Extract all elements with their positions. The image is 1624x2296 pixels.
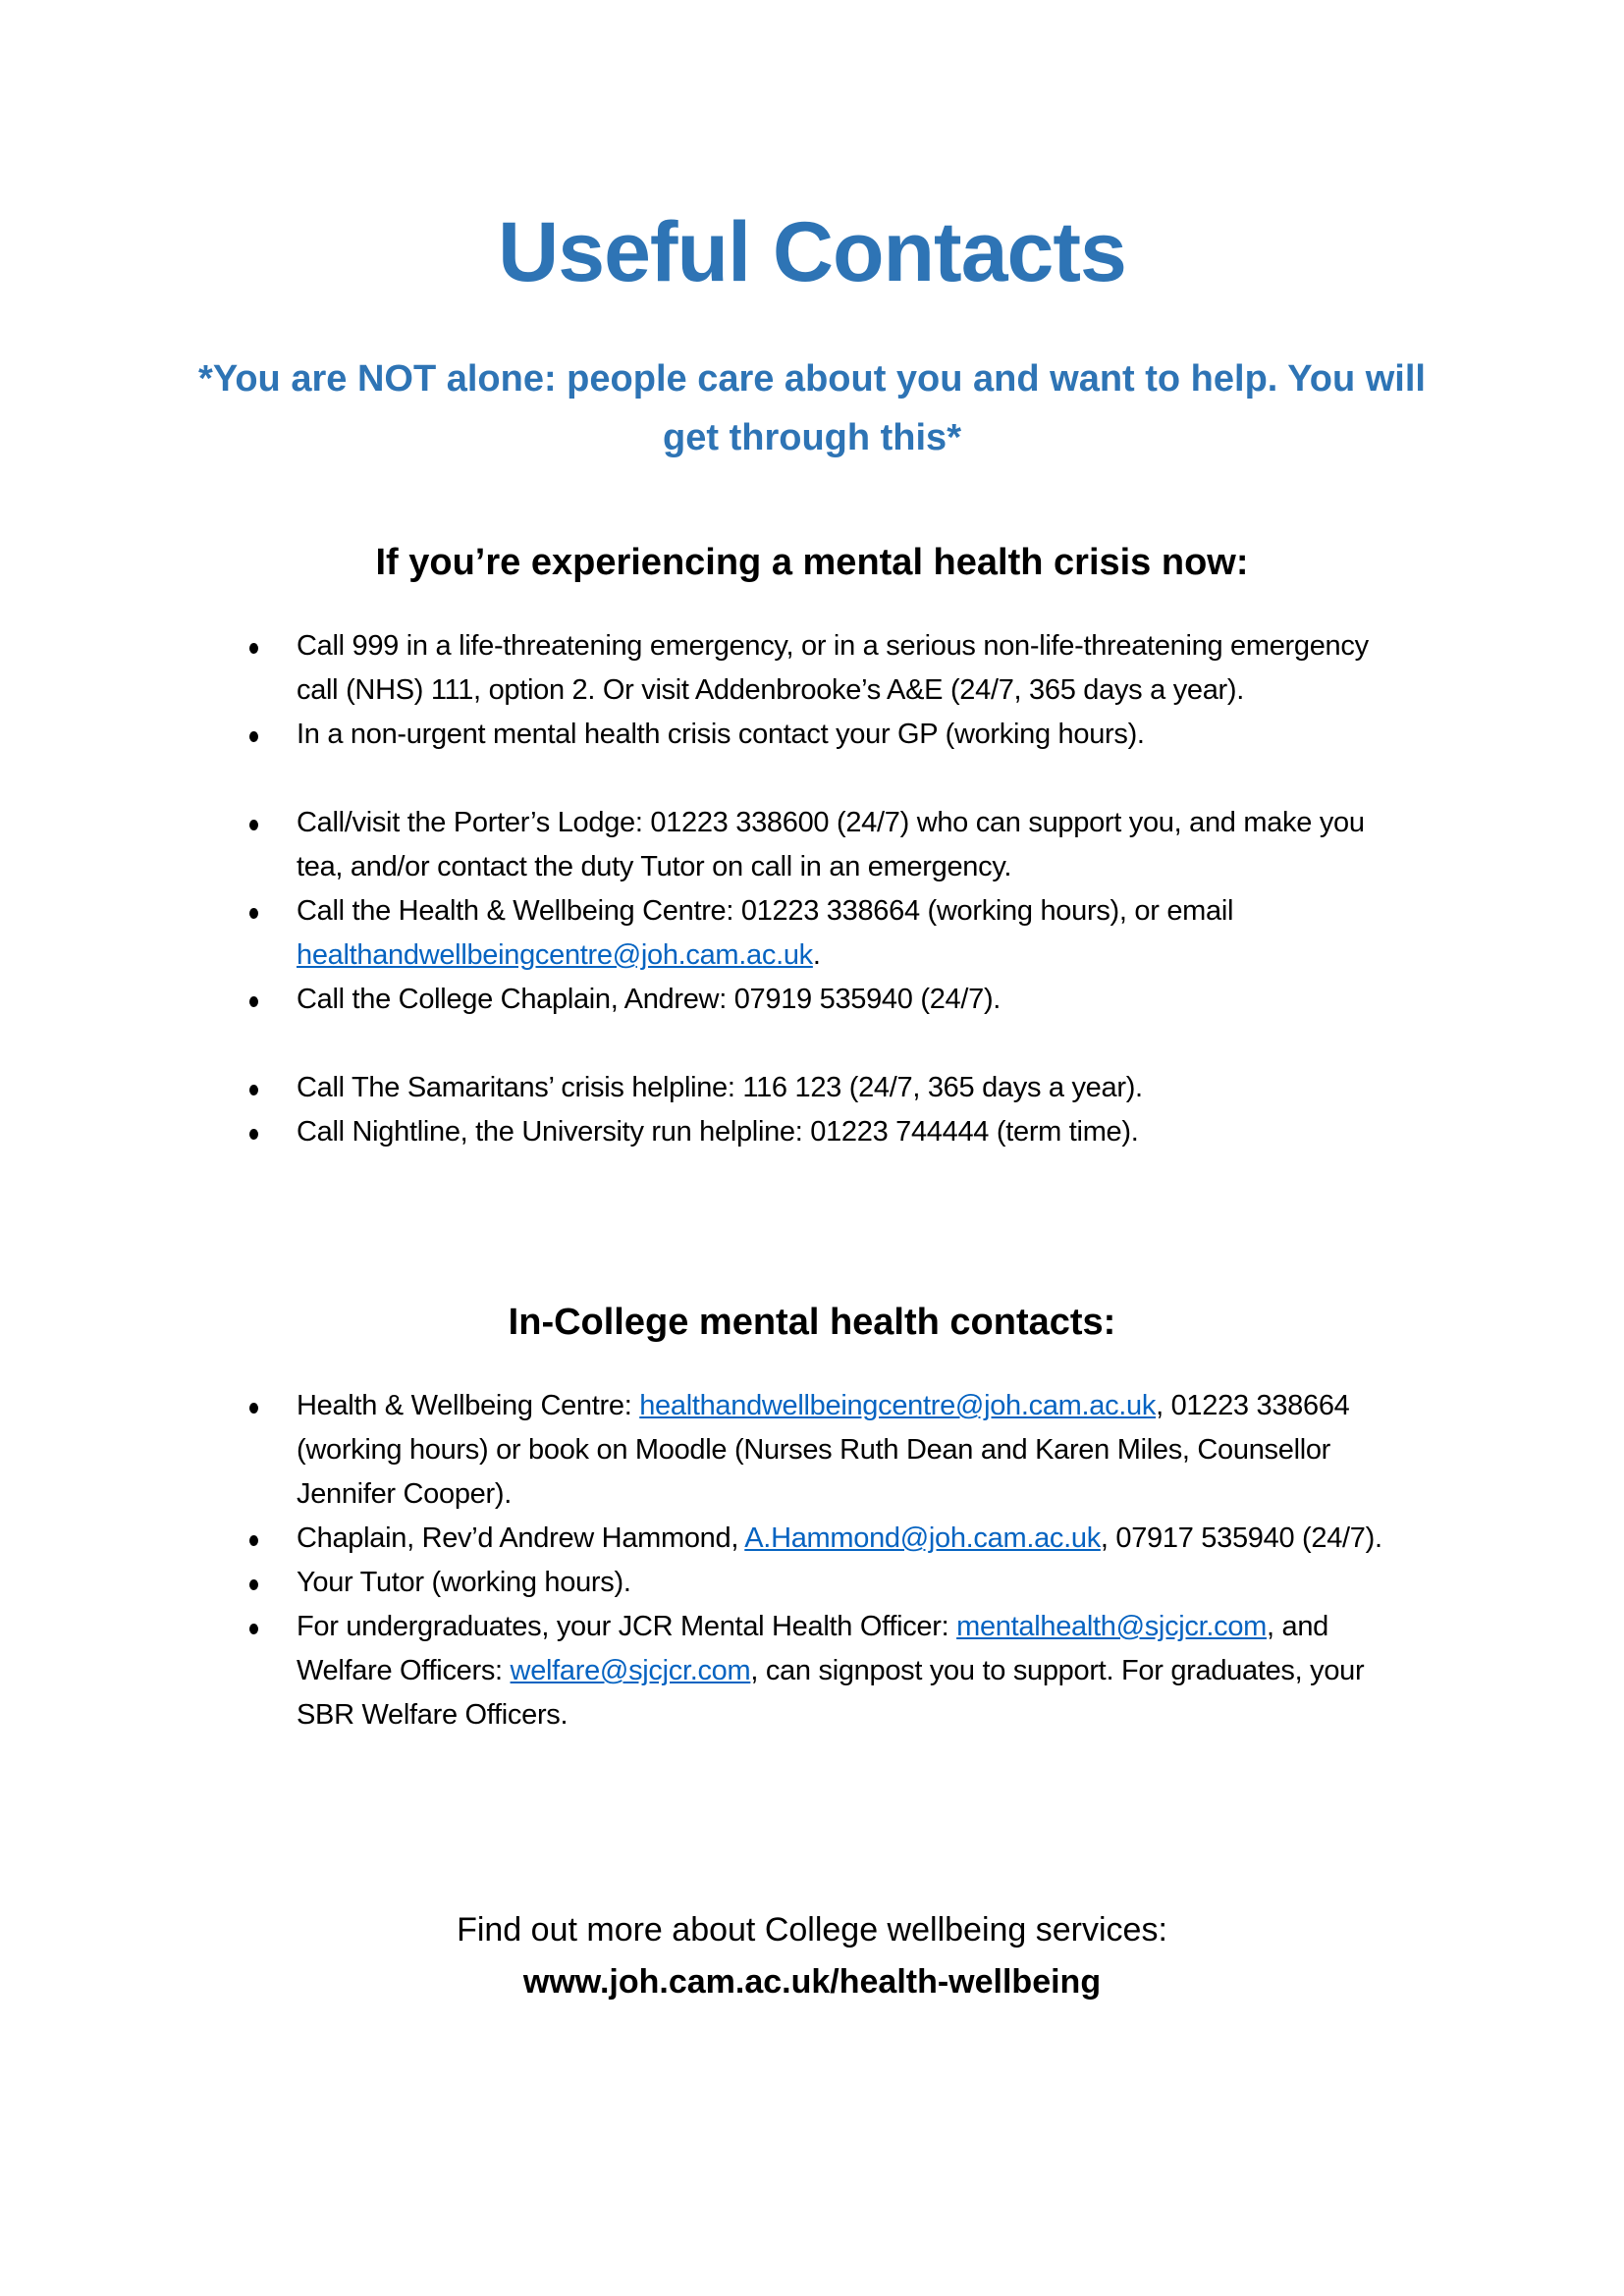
list-item-text: . <box>812 939 821 971</box>
list-item-text: Chaplain, Rev’d Andrew Hammond, <box>297 1522 745 1554</box>
list-item: Call/visit the Porter’s Lodge: 01223 338… <box>245 801 1404 889</box>
bullet-icon <box>249 1579 258 1590</box>
list-item-text: Call the College Chaplain, Andrew: 07919… <box>297 984 1001 1015</box>
list-item: Call 999 in a life-threatening emergency… <box>245 624 1404 713</box>
list-item: Call The Samaritans’ crisis helpline: 11… <box>245 1066 1404 1110</box>
list-item: Call Nightline, the University run helpl… <box>245 1110 1404 1154</box>
bullet-icon <box>249 731 258 742</box>
document-page: Useful Contacts *You are NOT alone: peop… <box>0 0 1624 2296</box>
list-item-text: Health & Wellbeing Centre: <box>297 1390 640 1421</box>
email-link[interactable]: welfare@sjcjcr.com <box>511 1655 751 1686</box>
page-title: Useful Contacts <box>498 205 1127 299</box>
list-item-text: Call 999 in a life-threatening emergency… <box>297 630 1369 706</box>
crisis-section-heading: If you’re experiencing a mental health c… <box>375 542 1249 583</box>
bullet-icon <box>249 996 258 1007</box>
bullet-icon <box>249 1085 258 1095</box>
bullet-icon <box>249 820 258 830</box>
bullet-icon <box>249 908 258 919</box>
list-item: In a non-urgent mental health crisis con… <box>245 713 1404 757</box>
list-item: Chaplain, Rev’d Andrew Hammond, A.Hammon… <box>245 1517 1404 1561</box>
list-item: Your Tutor (working hours). <box>245 1561 1404 1605</box>
email-link[interactable]: healthandwellbeingcentre@joh.cam.ac.uk <box>639 1390 1156 1421</box>
list-item-text: , 07917 535940 (24/7). <box>1100 1522 1382 1554</box>
list-item-text: Call The Samaritans’ crisis helpline: 11… <box>297 1072 1143 1103</box>
list-item: Call the College Chaplain, Andrew: 07919… <box>245 978 1404 1022</box>
bullet-icon <box>249 643 258 654</box>
footer-url-link[interactable]: www.joh.cam.ac.uk/health-wellbeing <box>0 1963 1624 2002</box>
list-item-text: Your Tutor (working hours). <box>297 1567 631 1598</box>
college-contact-list: Health & Wellbeing Centre: healthandwell… <box>245 1384 1404 1737</box>
list-item-text: For undergraduates, your JCR Mental Heal… <box>297 1611 957 1642</box>
email-link[interactable]: healthandwellbeingcentre@joh.cam.ac.uk <box>297 939 813 971</box>
crisis-contact-list: Call 999 in a life-threatening emergency… <box>245 624 1404 1154</box>
list-item: Health & Wellbeing Centre: healthandwell… <box>245 1384 1404 1517</box>
email-link[interactable]: mentalhealth@sjcjcr.com <box>956 1611 1267 1642</box>
email-link[interactable]: A.Hammond@joh.cam.ac.uk <box>744 1522 1101 1554</box>
list-item-text: Call Nightline, the University run helpl… <box>297 1116 1139 1148</box>
list-item-text: In a non-urgent mental health crisis con… <box>297 719 1145 750</box>
list-item-text: Call/visit the Porter’s Lodge: 01223 338… <box>297 807 1365 882</box>
bullet-icon <box>249 1403 258 1414</box>
list-item-text: Call the Health & Wellbeing Centre: 0122… <box>297 895 1234 927</box>
list-item: For undergraduates, your JCR Mental Heal… <box>245 1605 1404 1737</box>
page-subtitle: *You are NOT alone: people care about yo… <box>198 358 1426 458</box>
bullet-icon <box>249 1624 258 1634</box>
footer-intro: Find out more about College wellbeing se… <box>457 1911 1167 1949</box>
bullet-icon <box>249 1535 258 1546</box>
college-section-heading: In-College mental health contacts: <box>508 1302 1116 1343</box>
bullet-icon <box>249 1129 258 1140</box>
list-item: Call the Health & Wellbeing Centre: 0122… <box>245 889 1404 978</box>
